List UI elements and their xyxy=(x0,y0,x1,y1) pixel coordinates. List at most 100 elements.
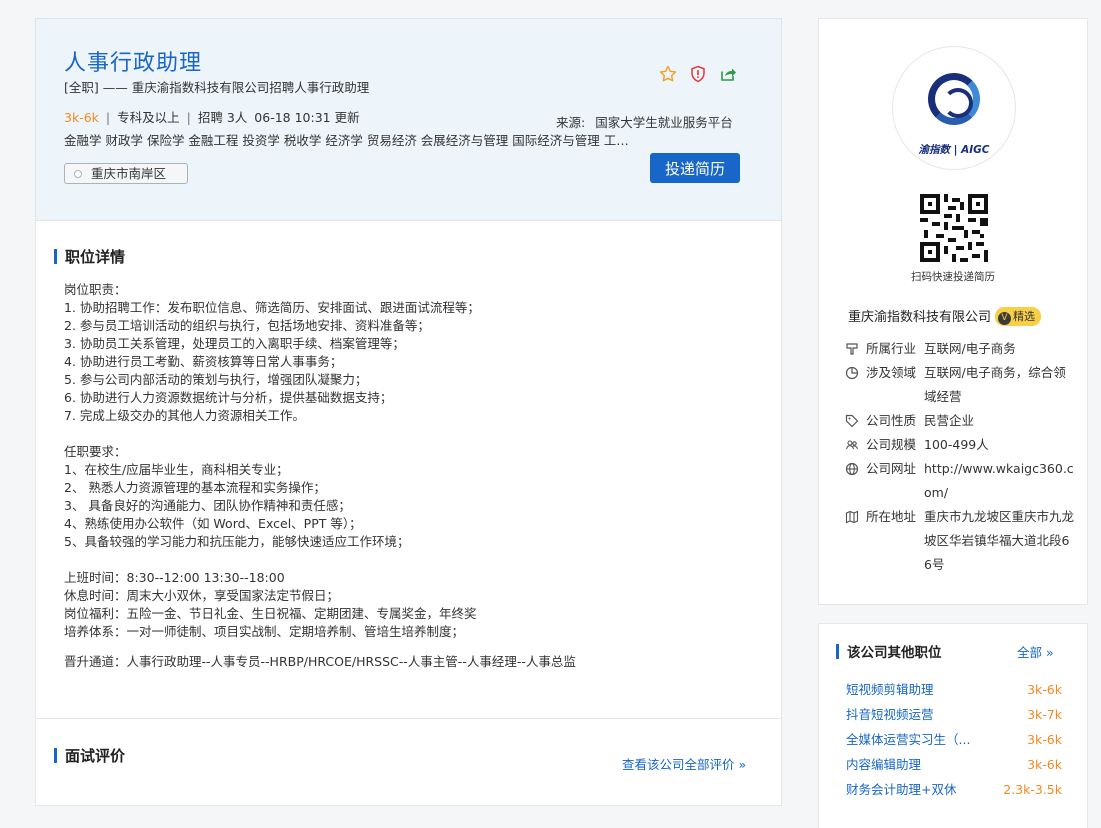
tag-icon xyxy=(845,409,862,433)
info-value: 民营企业 xyxy=(924,413,975,428)
apply-button[interactable]: 投递简历 xyxy=(650,153,740,183)
interview-panel: 面试评价 查看该公司全部评价 » xyxy=(35,718,782,806)
globe-icon xyxy=(845,457,862,481)
desc-line: 1. 协助招聘工作：发布职位信息、筛选简历、安排面试、跟进面试流程等； xyxy=(64,300,480,315)
desc-spacer xyxy=(64,551,754,569)
domain-icon xyxy=(845,361,862,385)
desc-line: 5、具备较强的学习能力和抗压能力，能够快速适应工作环境； xyxy=(64,534,410,549)
desc-line: 1、在校生/应届毕业生，商科相关专业； xyxy=(64,462,289,477)
job-header: 人事行政助理 [全职] —— 重庆渝指数科技有限公司招聘人事行政助理 3k-6k… xyxy=(35,18,782,221)
share-icon[interactable] xyxy=(719,65,737,83)
v-badge-icon: V xyxy=(998,312,1012,325)
job-salary: 3k-6k xyxy=(64,110,99,125)
info-label: 公司网址 xyxy=(866,461,917,476)
list-item[interactable]: 抖音短视频运营 3k-7k xyxy=(846,702,1062,727)
desc-line: 岗位福利：五险一金、节日礼金、生日祝福、定期团建、专属奖金，年终奖 xyxy=(64,606,477,621)
job-salary: 3k-6k xyxy=(1027,732,1062,747)
job-name[interactable]: 内容编辑助理 xyxy=(846,752,921,777)
job-title: 人事行政助理 xyxy=(64,51,203,76)
job-name[interactable]: 财务会计助理+双休 xyxy=(846,777,956,802)
report-icon[interactable] xyxy=(689,65,707,83)
company-name[interactable]: 重庆渝指数科技有限公司 V 精选 xyxy=(848,306,1042,326)
all-reviews-label: 查看该公司全部评价 xyxy=(622,757,735,772)
info-row-industry: 所属行业 互联网/电子商务 xyxy=(845,337,1075,361)
people-icon xyxy=(845,433,862,457)
double-chevron-right-icon: » xyxy=(1046,645,1054,660)
job-actions xyxy=(659,65,737,83)
map-icon xyxy=(845,505,862,529)
desc-line: 上班时间：8:30--12:00 13:30--18:00 xyxy=(64,570,285,585)
info-row-nature: 公司性质 民营企业 xyxy=(845,409,1075,433)
divider: | xyxy=(105,110,111,125)
desc-line: 任职要求： xyxy=(64,444,127,459)
star-icon[interactable] xyxy=(659,65,677,83)
job-majors: 金融学 财政学 保险学 金融工程 投资学 税收学 经济学 贸易经济 会展经济与管… xyxy=(64,133,634,148)
info-row-website: 公司网址 http://www.wkaigc360.com/ xyxy=(845,457,1075,505)
logo-text: 渝指数 | AIGC xyxy=(918,144,990,156)
company-name-text: 重庆渝指数科技有限公司 xyxy=(848,310,992,325)
list-item[interactable]: 内容编辑助理 3k-6k xyxy=(846,752,1062,777)
info-label: 公司规模 xyxy=(866,437,917,452)
featured-badge: V 精选 xyxy=(995,307,1042,326)
desc-line: 5. 参与公司内部活动的策划与执行，增强团队凝聚力； xyxy=(64,372,368,387)
source-label: 来源: xyxy=(556,115,586,130)
job-salary: 3k-6k xyxy=(1027,757,1062,772)
section-title-details: 职位详情 xyxy=(54,246,125,267)
section-title-interview: 面试评价 xyxy=(54,745,125,766)
all-jobs-link[interactable]: 全部 » xyxy=(1017,642,1054,661)
desc-line: 4、熟练使用办公软件（如 Word、Excel、PPT 等）； xyxy=(64,516,362,531)
list-item[interactable]: 短视频剪辑助理 3k-6k xyxy=(846,677,1062,702)
job-name[interactable]: 短视频剪辑助理 xyxy=(846,677,934,702)
qr-code xyxy=(920,194,988,262)
job-name[interactable]: 全媒体运营实习生（... xyxy=(846,727,970,752)
other-jobs-panel: 该公司其他职位 全部 » 短视频剪辑助理 3k-6k 抖音短视频运营 3k-7k 全… xyxy=(818,623,1088,828)
industry-icon xyxy=(845,337,862,361)
company-info: 所属行业 互联网/电子商务 涉及领域 互联网/电子商务，综合领域经营 公司性质 … xyxy=(845,337,1075,577)
info-label: 所在地址 xyxy=(866,509,917,524)
desc-line: 岗位职责： xyxy=(64,282,127,297)
divider: | xyxy=(186,110,191,125)
company-logo[interactable]: 渝指数 | AIGC xyxy=(892,46,1016,170)
info-value: 重庆市九龙坡区重庆市九龙坡区华岩镇华福大道北段66号 xyxy=(924,509,1075,572)
info-value: 100-499人 xyxy=(924,437,989,452)
qr-caption: 扫码快速投递简历 xyxy=(911,271,995,283)
desc-line: 3、 具备良好的沟通能力、团队协作精神和责任感； xyxy=(64,498,351,513)
info-value: 互联网/电子商务 xyxy=(924,341,1016,356)
info-value: 互联网/电子商务，综合领域经营 xyxy=(924,365,1066,404)
job-salary: 3k-6k xyxy=(1027,682,1062,697)
job-subtitle: [全职] —— 重庆渝指数科技有限公司招聘人事行政助理 xyxy=(64,80,370,95)
job-updated: 06-18 10:31 更新 xyxy=(254,110,360,125)
all-jobs-label: 全部 xyxy=(1017,645,1043,660)
section-title-other-jobs: 该公司其他职位 xyxy=(836,641,942,661)
desc-line: 7. 完成上级交办的其他人力资源相关工作。 xyxy=(64,408,305,423)
desc-line: 休息时间：周末大小双休，享受国家法定节假日； xyxy=(64,588,340,603)
info-label: 涉及领域 xyxy=(866,365,917,380)
info-row-domain: 涉及领域 互联网/电子商务，综合领域经营 xyxy=(845,361,1075,409)
desc-line: 3. 协助员工关系管理，处理员工的入离职手续、档案管理等； xyxy=(64,336,405,351)
company-website-link[interactable]: http://www.wkaigc360.com/ xyxy=(924,457,1075,505)
logo-ring-icon xyxy=(928,73,980,125)
info-row-size: 公司规模 100-499人 xyxy=(845,433,1075,457)
location-tag: 重庆市南岸区 xyxy=(64,163,188,184)
job-details-panel: 职位详情 岗位职责： 1. 协助招聘工作：发布职位信息、筛选简历、安排面试、跟进… xyxy=(35,221,782,719)
job-education: 专科及以上 xyxy=(117,110,180,125)
job-name[interactable]: 抖音短视频运营 xyxy=(846,702,934,727)
double-chevron-right-icon: » xyxy=(738,757,747,772)
info-row-address: 所在地址 重庆市九龙坡区重庆市九龙坡区华岩镇华福大道北段66号 xyxy=(845,505,1075,577)
list-item[interactable]: 全媒体运营实习生（... 3k-6k xyxy=(846,727,1062,752)
info-label: 所属行业 xyxy=(866,341,917,356)
other-jobs-list: 短视频剪辑助理 3k-6k 抖音短视频运营 3k-7k 全媒体运营实习生（... 3k… xyxy=(846,677,1062,802)
desc-line: 6. 协助进行人力资源数据统计与分析，提供基础数据支持； xyxy=(64,390,393,405)
all-reviews-link[interactable]: 查看该公司全部评价 » xyxy=(622,754,746,773)
job-salary: 3k-7k xyxy=(1027,707,1062,722)
job-description: 岗位职责： 1. 协助招聘工作：发布职位信息、筛选简历、安排面试、跟进面试流程等… xyxy=(64,281,754,671)
list-item[interactable]: 财务会计助理+双休 2.3k-3.5k xyxy=(846,777,1062,802)
info-label: 公司性质 xyxy=(866,413,917,428)
desc-line: 2、 熟悉人力资源管理的基本流程和实务操作； xyxy=(64,480,326,495)
source-value: 国家大学生就业服务平台 xyxy=(595,115,733,130)
promotion-path: 晋升通道：人事行政助理--人事专员--HRBP/HRCOE/HRSSC--人事主… xyxy=(64,654,576,669)
desc-line: 4. 协助进行员工考勤、薪资核算等日常人事事务； xyxy=(64,354,343,369)
job-source: 来源: 国家大学生就业服务平台 xyxy=(556,112,733,131)
job-salary: 2.3k-3.5k xyxy=(1003,782,1062,797)
desc-line: 培养体系：一对一师徒制、项目实战制、定期培养制、管培生培养制度； xyxy=(64,624,465,639)
